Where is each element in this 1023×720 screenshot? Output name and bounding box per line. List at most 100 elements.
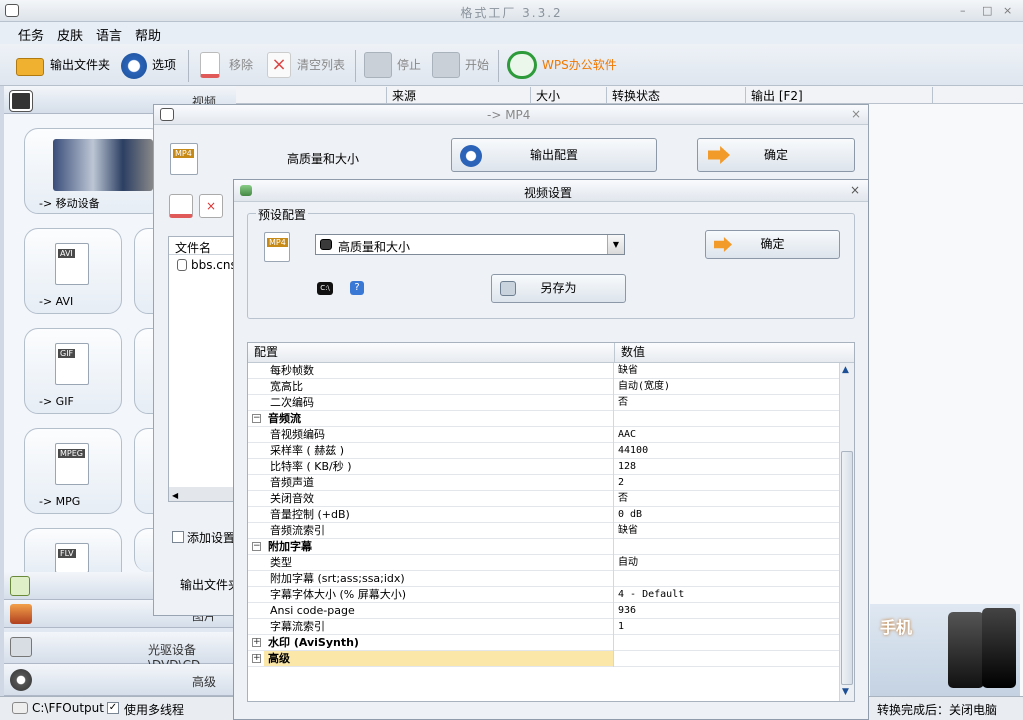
minimize-button[interactable]: –: [960, 4, 966, 17]
output-path[interactable]: C:\FFOutput: [32, 701, 104, 715]
setting-value[interactable]: 自动(宽度): [618, 379, 670, 394]
col-source[interactable]: 来源: [386, 87, 530, 103]
phones-icon: [53, 139, 153, 191]
menu-skin[interactable]: 皮肤: [57, 25, 83, 44]
category-advanced[interactable]: 高级: [4, 664, 236, 696]
clear-files-icon[interactable]: ×: [199, 194, 223, 218]
setting-value[interactable]: 自动: [618, 555, 638, 570]
col-output[interactable]: 输出 [F2]: [745, 87, 932, 103]
setting-name: Ansi code-page: [270, 604, 355, 617]
remove-icon[interactable]: [200, 52, 220, 78]
tile-mobile[interactable]: -> 移动设备: [24, 128, 164, 214]
settings-row[interactable]: 类型 自动: [248, 555, 839, 571]
setting-name: 高级: [268, 652, 290, 665]
settings-row[interactable]: 关闭音效 否: [248, 491, 839, 507]
setting-value[interactable]: 否: [618, 395, 628, 410]
settings-group-row[interactable]: − 音频流: [248, 411, 839, 427]
file-list-scrollbar[interactable]: ◀: [169, 487, 237, 501]
stop-button[interactable]: 停止: [397, 56, 421, 73]
expand-toggle-icon[interactable]: +: [252, 654, 261, 663]
after-convert-label[interactable]: 转换完成后：关闭电脑: [877, 701, 997, 718]
save-as-button[interactable]: 另存为: [491, 274, 626, 303]
remove-file-icon[interactable]: [169, 194, 193, 218]
settings-row[interactable]: 字幕字体大小 (% 屏幕大小) 4 - Default: [248, 587, 839, 603]
cmd-icon[interactable]: C:\: [317, 282, 333, 295]
tile-flv[interactable]: FLV: [24, 528, 122, 573]
video-settings-close[interactable]: ×: [850, 183, 860, 197]
close-button[interactable]: ×: [1003, 4, 1012, 17]
scroll-down-icon[interactable]: ▼: [842, 687, 849, 697]
settings-row[interactable]: 每秒帧数 缺省: [248, 363, 839, 379]
menu-help[interactable]: 帮助: [135, 25, 161, 44]
mp4-close-button[interactable]: ×: [851, 107, 861, 121]
settings-row[interactable]: 音量控制 (+dB) 0 dB: [248, 507, 839, 523]
menu-task[interactable]: 任务: [18, 25, 44, 44]
output-folder-label[interactable]: 输出文件夹: [50, 56, 110, 73]
settings-row[interactable]: 音频流索引 缺省: [248, 523, 839, 539]
scroll-up-icon[interactable]: ▲: [842, 365, 849, 375]
menu-language[interactable]: 语言: [96, 25, 122, 44]
stop-icon[interactable]: [364, 52, 392, 78]
setting-value[interactable]: 1: [618, 619, 624, 634]
phone-ad[interactable]: 手机: [870, 604, 1020, 696]
expand-toggle-icon[interactable]: +: [252, 638, 261, 647]
maximize-button[interactable]: □: [982, 4, 992, 17]
tile-gif[interactable]: GIF -> GIF: [24, 328, 122, 414]
filename-header[interactable]: 文件名: [169, 237, 239, 255]
settings-row[interactable]: 采样率 ( 赫兹 ) 44100: [248, 443, 839, 459]
wps-icon[interactable]: [507, 51, 537, 79]
preset-select[interactable]: 高质量和大小 ▼: [315, 234, 625, 255]
expand-toggle-icon[interactable]: −: [252, 414, 261, 423]
settings-row[interactable]: Ansi code-page 936: [248, 603, 839, 619]
file-list[interactable]: 文件名 bbs.cnsc ◀: [168, 236, 243, 502]
help-icon[interactable]: ?: [350, 281, 364, 295]
setting-value[interactable]: 4 - Default: [618, 587, 684, 602]
column-divider: [613, 427, 614, 443]
setting-value[interactable]: 0 dB: [618, 507, 642, 522]
setting-value[interactable]: AAC: [618, 427, 636, 442]
clear-list-icon[interactable]: ×: [267, 52, 291, 78]
category-disc[interactable]: 光驱设备\DVD\CD: [4, 632, 236, 672]
options-button[interactable]: 选项: [152, 56, 176, 73]
settings-row[interactable]: 比特率 ( KB/秒 ) 128: [248, 459, 839, 475]
flv-file-icon: FLV: [55, 543, 89, 573]
tile-mpg[interactable]: MPEG -> MPG: [24, 428, 122, 514]
col-config-header[interactable]: 配置: [248, 343, 614, 363]
settings-row[interactable]: 音视频编码 AAC: [248, 427, 839, 443]
preset-ok-button[interactable]: 确定: [705, 230, 840, 259]
setting-value[interactable]: 128: [618, 459, 636, 474]
options-gear-icon[interactable]: [121, 53, 147, 79]
settings-group-row[interactable]: + 水印 (AviSynth): [248, 635, 839, 651]
setting-value[interactable]: 44100: [618, 443, 648, 458]
scroll-thumb[interactable]: [841, 451, 853, 685]
wps-button[interactable]: WPS办公软件: [542, 56, 617, 73]
output-config-button[interactable]: 输出配置: [451, 138, 657, 172]
mp4-ok-button[interactable]: 确定: [697, 138, 855, 172]
setting-value[interactable]: 2: [618, 475, 624, 490]
start-button[interactable]: 开始: [465, 56, 489, 73]
settings-row[interactable]: 音频声道 2: [248, 475, 839, 491]
settings-row[interactable]: 附加字幕 (srt;ass;ssa;idx): [248, 571, 839, 587]
settings-group-row[interactable]: − 附加字幕: [248, 539, 839, 555]
setting-value[interactable]: 936: [618, 603, 636, 618]
setting-value[interactable]: 缺省: [618, 523, 638, 538]
settings-row[interactable]: 字幕流索引 1: [248, 619, 839, 635]
settings-group-row[interactable]: + 高级: [248, 651, 839, 667]
add-settings-checkbox[interactable]: [172, 531, 184, 543]
expand-toggle-icon[interactable]: −: [252, 542, 261, 551]
multithread-checkbox[interactable]: ✓: [107, 702, 119, 714]
remove-button[interactable]: 移除: [229, 56, 253, 73]
tile-avi[interactable]: AVI -> AVI: [24, 228, 122, 314]
settings-scrollbar[interactable]: ▲ ▼: [839, 363, 854, 701]
settings-row[interactable]: 二次编码 否: [248, 395, 839, 411]
setting-value[interactable]: 否: [618, 491, 628, 506]
clear-list-button[interactable]: 清空列表: [297, 56, 345, 73]
chevron-down-icon[interactable]: ▼: [607, 235, 624, 254]
col-status[interactable]: 转换状态: [606, 87, 745, 103]
col-size[interactable]: 大小: [530, 87, 606, 103]
settings-row[interactable]: 宽高比 自动(宽度): [248, 379, 839, 395]
start-icon[interactable]: [432, 52, 460, 78]
setting-value[interactable]: 缺省: [618, 363, 638, 378]
col-value-header[interactable]: 数值: [614, 343, 854, 363]
output-folder-button[interactable]: [16, 52, 46, 78]
